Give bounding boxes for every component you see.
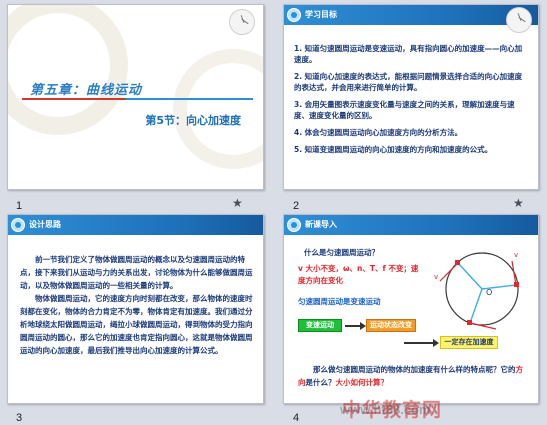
slide-header-title: 设计思路	[29, 220, 61, 229]
goal-item: 4. 体会匀速圆周运动向心加速度方向的分析方法。	[294, 128, 463, 137]
star-icon[interactable]: ★	[513, 196, 524, 210]
background-swirl	[173, 49, 263, 169]
slide-canvas-3[interactable]: 设计思路 前一节我们定义了物体做圆周运动的概念以及匀速圆周运动的特点，接下来我们…	[7, 214, 264, 404]
app-logo-icon	[287, 218, 301, 232]
closing-text: 那么做匀速圆周运动的物体的加速度有什么样的特点呢？它的	[313, 365, 516, 374]
app-logo-icon	[11, 218, 25, 232]
clock-decoration-icon	[229, 9, 255, 35]
variable-motion-box: 变速运动	[298, 319, 342, 332]
clock-decoration-icon	[506, 7, 532, 33]
velocity-label: v	[514, 251, 518, 259]
slide-thumbnail-1[interactable]: 第五章：曲线运动 第5节：向心加速度 1 ★	[0, 0, 273, 212]
goal-item: 3. 会用矢量图表示速度变化量与速度之间的关系，理解加速度与速度、速度变化量的区…	[294, 100, 515, 120]
closing-text: 是什么？	[305, 378, 336, 387]
conclusion-text: 匀速圆周运动是变速运动	[298, 297, 381, 306]
closing-question: 那么做匀速圆周运动的物体的加速度有什么样的特点呢？它的方向是什么？大小如何计算？	[298, 363, 528, 389]
slide-number: 2	[293, 200, 300, 212]
slide-body-text: 前一节我们定义了物体做圆周运动的概念以及匀速圆周运动的特点，接下来我们从运动与力…	[20, 253, 253, 357]
section-title: 第5节：向心加速度	[145, 114, 241, 127]
goal-list: 1. 知道匀速圆周运动是变速运动，具有指向圆心的加速度——向心加速度。 2. 知…	[294, 43, 528, 161]
slide-header-title: 新课导入	[305, 220, 337, 229]
slide-header: 新课导入	[284, 215, 538, 235]
slide-header-title: 学习目标	[305, 10, 337, 19]
circle-center-label: O	[486, 288, 492, 297]
app-logo-icon	[287, 8, 301, 22]
arrow	[404, 339, 439, 347]
background-swirl	[8, 5, 128, 135]
property-text: v 大小不变，ω、n、T、f 不变；速度方向在变化	[298, 264, 419, 285]
state-change-box: 运动状态改变	[366, 319, 416, 332]
slide-canvas-4[interactable]: 新课导入 什么是匀速圆周运动？ v 大小不变，ω、n、T、f 不变；速度方向在变…	[283, 214, 539, 404]
star-icon[interactable]: ★	[232, 196, 243, 210]
chapter-title: 第五章：曲线运动	[30, 83, 143, 98]
slide-header: 设计思路	[8, 215, 263, 235]
intro-question: 什么是匀速圆周运动？	[304, 248, 379, 257]
goal-item: 5. 知道变速圆周运动的向心加速度的方向和加速度的公式。	[294, 145, 493, 154]
velocity-label: v	[434, 273, 438, 281]
watermark-url: www.ht88.com	[340, 402, 431, 417]
slide-number: 1	[16, 200, 23, 212]
acceleration-box: 一定存在加速度	[440, 336, 498, 349]
paragraph: 物体做圆周运动，它的速度方向时刻都在改变，那么物体的速度时刻都在变化，物体的合力…	[20, 294, 253, 355]
closing-highlight: 大小如何计算？	[335, 378, 389, 387]
title-divider	[22, 98, 253, 100]
slide-thumbnail-4[interactable]: 新课导入 什么是匀速圆周运动？ v 大小不变，ω、n、T、f 不变；速度方向在变…	[273, 212, 547, 425]
slide-header: 学习目标	[284, 5, 538, 25]
goal-item: 1. 知道匀速圆周运动是变速运动，具有指向圆心的加速度——向心加速度。	[294, 44, 523, 64]
slide-thumbnail-3[interactable]: 设计思路 前一节我们定义了物体做圆周运动的概念以及匀速圆周运动的特点，接下来我们…	[0, 212, 273, 425]
arrow	[345, 322, 366, 330]
slide-canvas-1[interactable]: 第五章：曲线运动 第5节：向心加速度	[7, 4, 264, 190]
slide-canvas-2[interactable]: 学习目标 1. 知道匀速圆周运动是变速运动，具有指向圆心的加速度——向心加速度。…	[283, 4, 539, 190]
goal-item: 2. 知道向心加速度的表达式，能根据问题情景选择合适的向心加速度的表达式，并会用…	[294, 72, 523, 92]
slide-number: 3	[16, 412, 23, 424]
slide-thumbnail-2[interactable]: 学习目标 1. 知道匀速圆周运动是变速运动，具有指向圆心的加速度——向心加速度。…	[273, 0, 547, 212]
paragraph: 前一节我们定义了物体做圆周运动的概念以及匀速圆周运动的特点，接下来我们从运动与力…	[20, 255, 253, 290]
slide-number: 4	[293, 412, 300, 424]
circular-motion-diagram: O v v	[434, 251, 519, 330]
